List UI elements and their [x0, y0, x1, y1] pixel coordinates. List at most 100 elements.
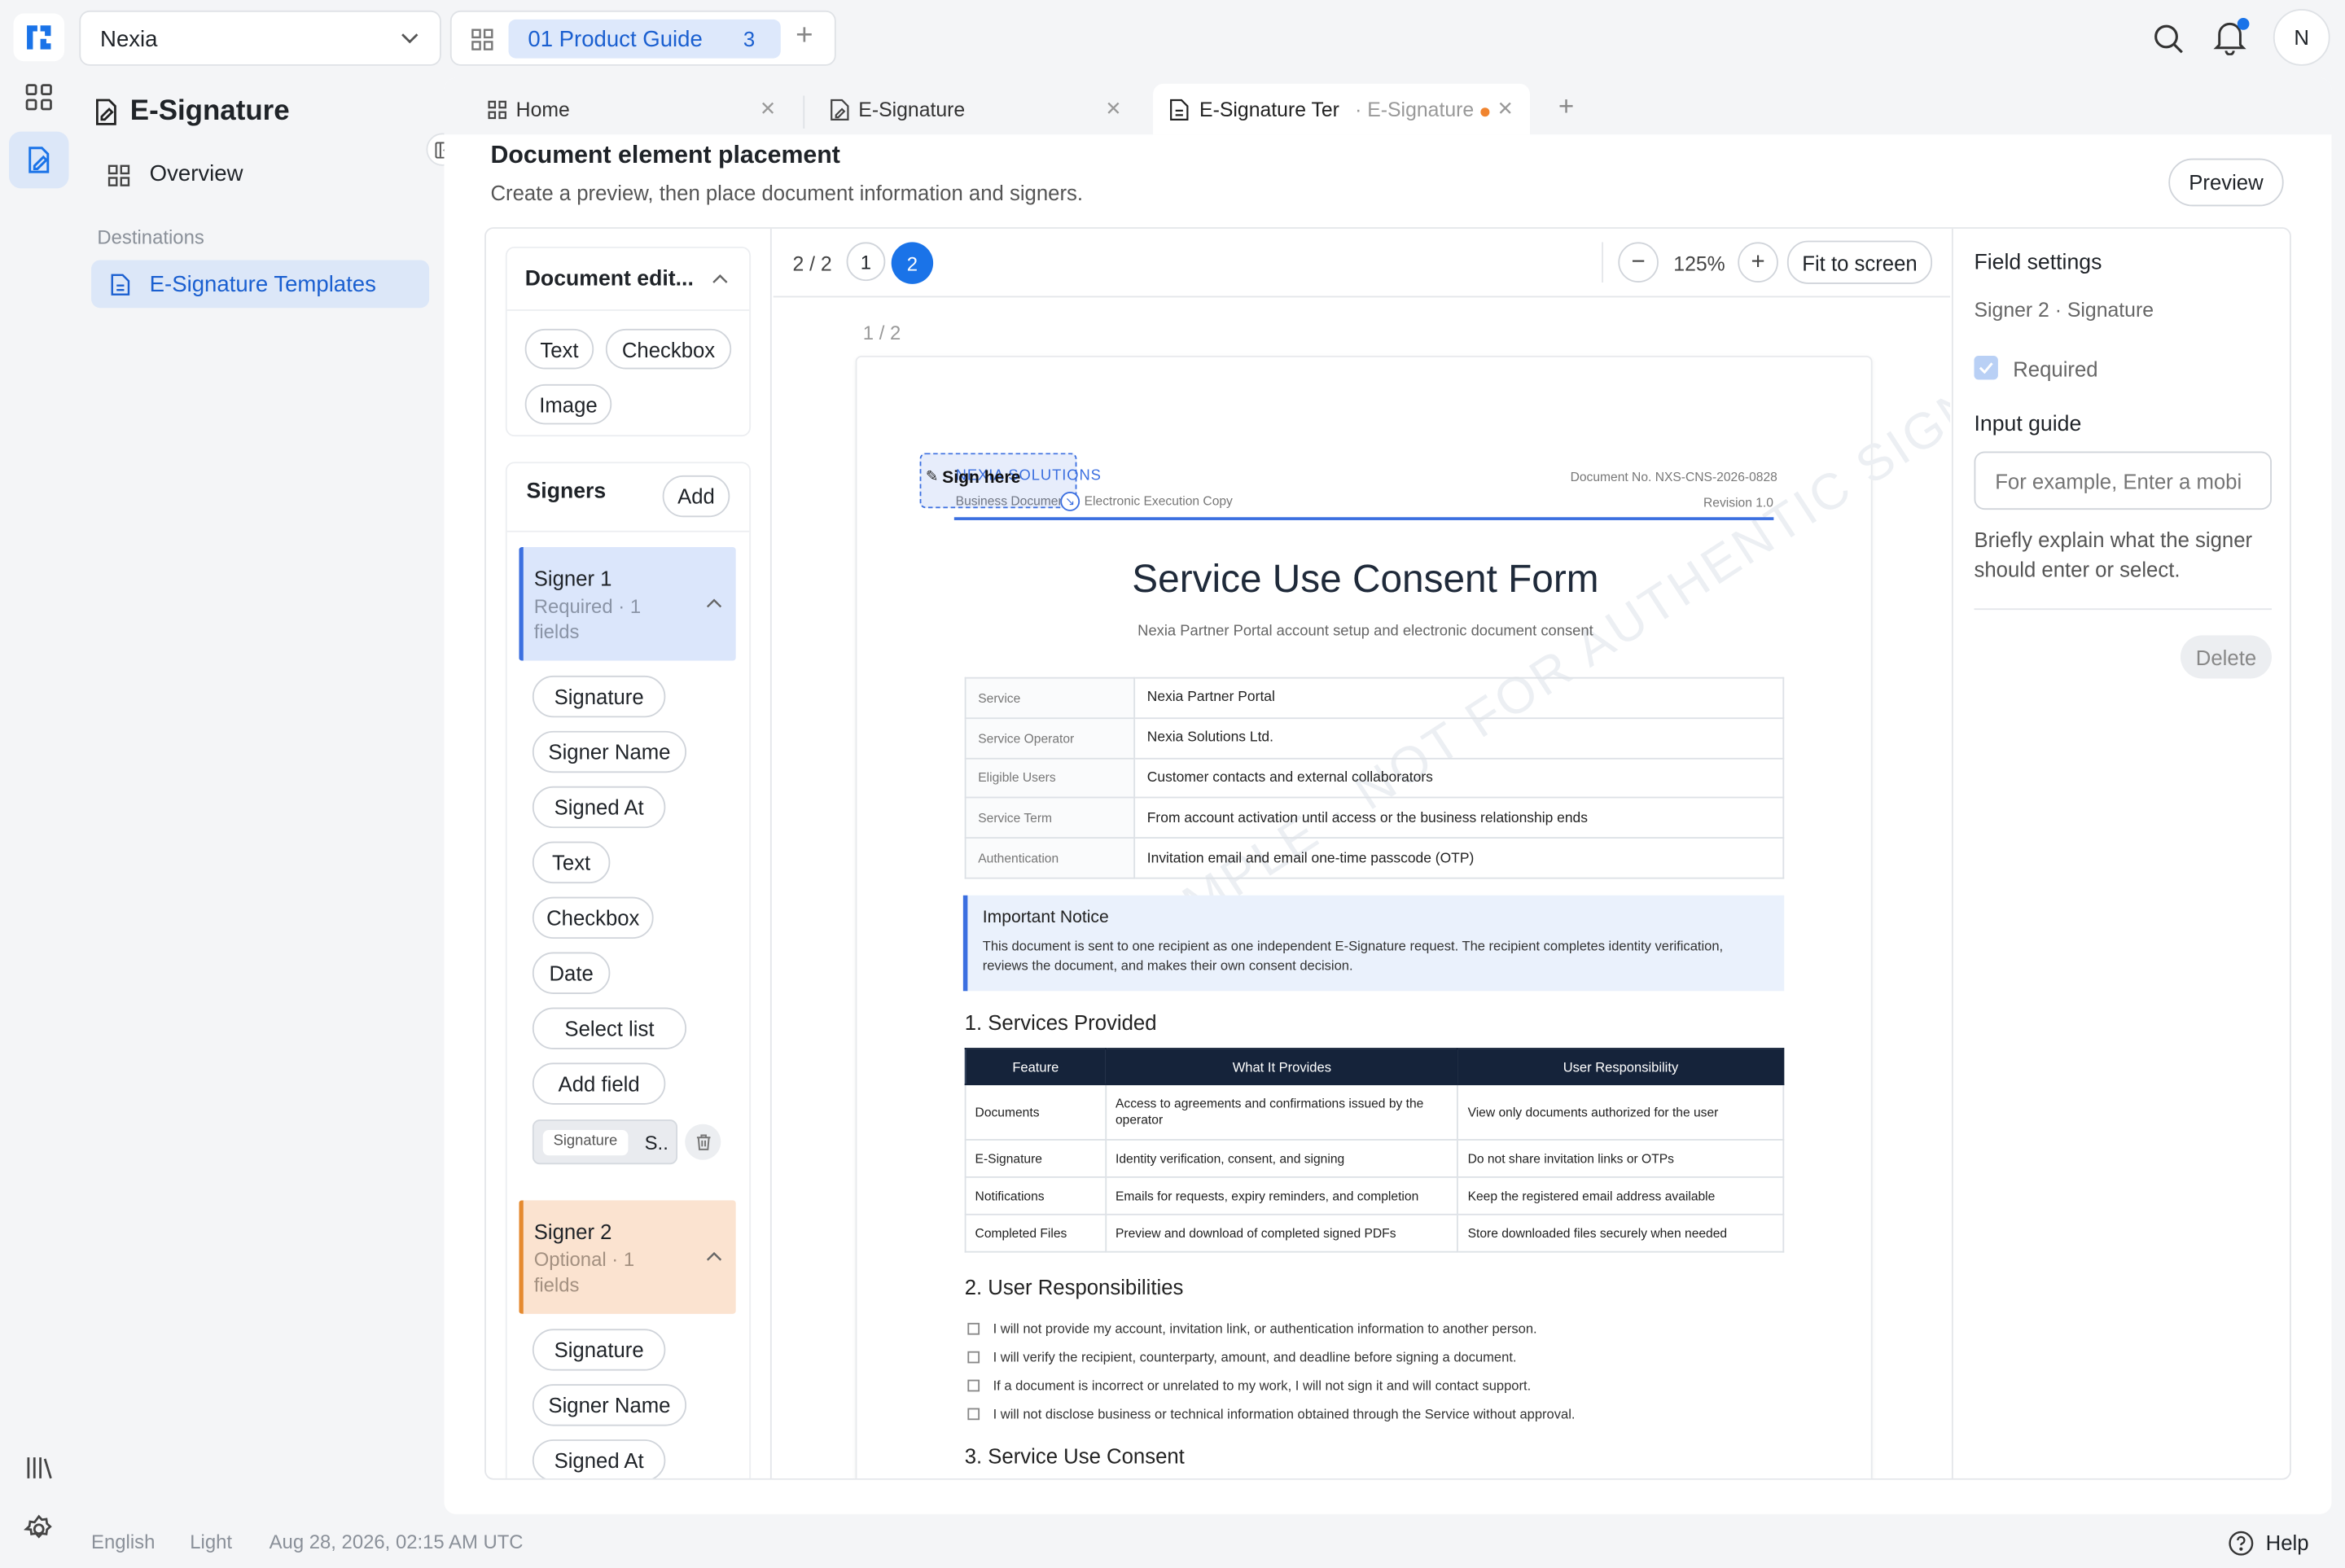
e-signature-rail-icon[interactable]: [9, 131, 69, 189]
services-cell: Preview and download of completed signed…: [1105, 1213, 1459, 1253]
signer-field-chip[interactable]: Text: [532, 841, 611, 884]
close-icon[interactable]: ✕: [1105, 97, 1121, 120]
page-subtitle: Create a preview, then place document in…: [490, 181, 1084, 205]
signer-2-header[interactable]: Signer 2 Optional · 1 fields: [519, 1200, 736, 1314]
page-button-2[interactable]: 2: [891, 242, 934, 284]
search-icon[interactable]: [2152, 23, 2185, 55]
signer-field-chip[interactable]: Signed At: [532, 786, 666, 829]
services-header-cell: What It Provides: [1105, 1048, 1459, 1085]
signer-1-header[interactable]: Signer 1 Required · 1 fields: [519, 546, 736, 661]
placed-field-text: S..: [644, 1131, 668, 1154]
input-guide-field[interactable]: [1974, 451, 2272, 510]
placed-field-chip[interactable]: Signature S..: [532, 1119, 678, 1165]
chevron-up-icon[interactable]: [706, 1251, 722, 1264]
signer-field-chip[interactable]: Signer Name: [532, 730, 687, 773]
user-avatar[interactable]: N: [2273, 9, 2330, 66]
preview-button[interactable]: Preview: [2168, 158, 2284, 207]
page-button-1[interactable]: 1: [846, 242, 886, 282]
chip-label: Signature: [554, 1338, 644, 1362]
editor-container: Document edit... Text Checkbox Image Sig…: [484, 227, 2291, 1480]
info-value: Customer contacts and external collabora…: [1133, 757, 1785, 799]
fit-button-label: Fit to screen: [1802, 250, 1918, 274]
signer-field-chip[interactable]: Signer Name: [532, 1384, 687, 1426]
help-label: Help: [2265, 1531, 2309, 1555]
delete-field-settings-button[interactable]: Delete: [2180, 635, 2272, 679]
divider: [506, 530, 750, 532]
notification-dot: [2237, 18, 2250, 30]
responsibility-item: If a document is incorrect or unrelated …: [967, 1371, 1805, 1399]
apps-grid-icon[interactable]: [9, 68, 68, 125]
project-tab-label: 01 Product Guide: [528, 27, 703, 53]
main-workspace: Home ✕ E-Signature ✕ E-Signature Ter · E…: [444, 77, 2332, 1514]
theme-selector[interactable]: Light: [190, 1531, 232, 1553]
settings-gear-icon[interactable]: [9, 1500, 68, 1557]
tab-e-signature-template-active[interactable]: E-Signature Ter · E-Signature ✕: [1153, 83, 1530, 135]
responsibility-list: I will not provide my account, invitatio…: [967, 1314, 1805, 1428]
services-row: E-Signature Identity verification, consen…: [964, 1139, 1785, 1178]
services-cell: Completed Files: [964, 1213, 1107, 1253]
signer-field-chip[interactable]: Checkbox: [532, 896, 654, 939]
signer-field-chip[interactable]: Signed At: [532, 1439, 666, 1478]
help-button[interactable]: Help: [2229, 1527, 2309, 1557]
page-number: 2: [906, 252, 918, 274]
required-label: Required: [2013, 357, 2098, 382]
chevron-up-icon[interactable]: [712, 274, 728, 286]
tab-divider: [803, 95, 805, 129]
sidebar-item-e-signature-templates[interactable]: E-Signature Templates: [91, 260, 430, 309]
fit-to-screen-button[interactable]: Fit to screen: [1786, 240, 1933, 284]
chip-label: Text: [540, 337, 579, 361]
services-header-row: Feature What It Provides User Responsibili…: [964, 1048, 1785, 1085]
responsibility-item: I will not provide my account, invitatio…: [967, 1314, 1805, 1342]
section-heading-1: 1. Services Provided: [964, 1010, 1157, 1035]
info-key: Authentication: [964, 837, 1136, 879]
field-settings-title: Field settings: [1974, 251, 2102, 275]
signer-field-chip[interactable]: Add field: [532, 1062, 666, 1105]
required-checkbox[interactable]: [1974, 355, 1998, 380]
field-settings-panel: Field settings Signer 2 · Signature Requ…: [1951, 228, 2290, 1478]
add-signer-button[interactable]: Add: [662, 475, 730, 518]
plus-icon[interactable]: +: [796, 20, 813, 54]
unsaved-dot: [1480, 107, 1490, 117]
doc-element-checkbox[interactable]: Checkbox: [605, 328, 732, 370]
tab-e-signature[interactable]: E-Signature ✕: [818, 96, 1133, 129]
signer-field-chip[interactable]: Signature: [532, 1329, 666, 1371]
sidebar-item-overview[interactable]: Overview: [91, 152, 429, 197]
page-counter: 2 / 2: [792, 252, 832, 275]
signer-field-chip[interactable]: Date: [532, 952, 611, 994]
delete-field-button[interactable]: [685, 1123, 721, 1160]
document-number: Document No. NXS-CNS-2026-0828: [1570, 469, 1777, 484]
resize-handle-icon[interactable]: ↘: [1060, 492, 1080, 511]
notification-bell-icon[interactable]: [2213, 18, 2250, 56]
user-initial: N: [2294, 25, 2310, 50]
sign-here-field[interactable]: ✎ Sign here ↘: [919, 453, 1080, 511]
doc-element-image[interactable]: Image: [524, 383, 612, 425]
tab-home[interactable]: Home ✕: [476, 96, 790, 129]
zoom-out-button[interactable]: −: [1618, 242, 1659, 283]
project-tab-active[interactable]: 01 Product Guide 3: [508, 19, 781, 59]
new-tab-plus-icon[interactable]: +: [1558, 91, 1574, 123]
sidebar-item-label: E-Signature Templates: [149, 272, 376, 298]
doc-element-text[interactable]: Text: [524, 328, 594, 370]
workspace-selector[interactable]: Nexia: [79, 10, 441, 66]
responsibility-text: I will verify the recipient, counterpart…: [993, 1349, 1517, 1364]
chevron-up-icon[interactable]: [706, 598, 722, 610]
zoom-in-button[interactable]: +: [1738, 242, 1778, 283]
signer-field-chip[interactable]: Select list: [532, 1007, 687, 1049]
language-selector[interactable]: English: [91, 1531, 155, 1553]
info-row: Eligible Users Customer contacts and exte…: [964, 757, 1785, 799]
document-icon: [1170, 99, 1189, 120]
library-icon[interactable]: [9, 1439, 68, 1496]
close-icon[interactable]: ✕: [760, 97, 776, 120]
services-row: Completed Files Preview and download of c…: [964, 1213, 1785, 1253]
checkbox-icon: [967, 1321, 980, 1334]
close-icon[interactable]: ✕: [1497, 97, 1514, 120]
grid-icon[interactable]: [471, 28, 494, 51]
footer-timestamp: Aug 28, 2026, 02:15 AM UTC: [269, 1531, 524, 1553]
signer-field-chip[interactable]: Signature: [532, 675, 666, 718]
preview-button-label: Preview: [2189, 170, 2264, 195]
info-table: Service Nexia Partner Portal Service Opera…: [964, 677, 1785, 879]
services-cell: Emails for requests, expiry reminders, a…: [1105, 1176, 1459, 1215]
services-cell: Keep the registered email address availa…: [1457, 1176, 1785, 1215]
app-logo[interactable]: [13, 13, 64, 62]
info-value: Invitation email and email one-time pass…: [1133, 837, 1785, 879]
